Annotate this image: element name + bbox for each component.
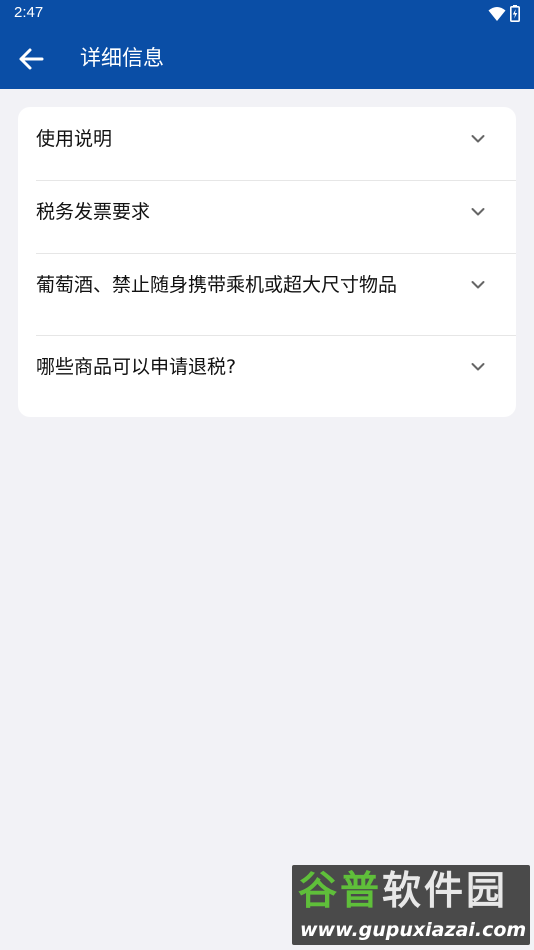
- watermark-url: www.gupuxiazai.com: [300, 919, 527, 941]
- chevron-down-icon: [471, 208, 485, 216]
- accordion-item-tax-invoice[interactable]: 税务发票要求: [36, 198, 498, 226]
- page-title: 详细信息: [80, 46, 164, 70]
- accordion-item-usage[interactable]: 使用说明: [36, 125, 498, 153]
- chevron-down-icon: [471, 363, 485, 371]
- divider: [36, 335, 516, 336]
- accordion-item-refund-goods[interactable]: 哪些商品可以申请退税?: [36, 353, 498, 381]
- faq-card: 使用说明 税务发票要求 葡萄酒、禁止随身携带乘机或超大尺寸物品 哪些商品可以申请…: [18, 107, 516, 417]
- accordion-item-label: 哪些商品可以申请退税?: [36, 356, 237, 378]
- app-bar: 详细信息: [0, 27, 534, 89]
- accordion-item-wine-prohibited[interactable]: 葡萄酒、禁止随身携带乘机或超大尺寸物品: [36, 271, 498, 299]
- wifi-icon: [488, 6, 506, 21]
- chevron-down-icon: [471, 281, 485, 289]
- status-bar: 2:47: [0, 0, 534, 27]
- back-button[interactable]: [16, 44, 46, 74]
- watermark-logo-text: 谷普软件园: [298, 868, 508, 916]
- divider: [36, 253, 516, 254]
- watermark-part1: 谷普: [298, 869, 383, 914]
- chevron-down-icon: [471, 135, 485, 143]
- watermark: 谷普软件园 www.gupuxiazai.com: [292, 865, 530, 945]
- status-time: 2:47: [14, 4, 44, 21]
- divider: [36, 180, 516, 181]
- watermark-part2: 软件园: [382, 869, 509, 914]
- accordion-item-label: 使用说明: [36, 128, 113, 150]
- accordion-item-label: 葡萄酒、禁止随身携带乘机或超大尺寸物品: [36, 274, 398, 296]
- status-icons: [488, 5, 520, 22]
- arrow-left-icon: [19, 48, 44, 70]
- battery-charging-icon: [510, 5, 520, 22]
- accordion-item-label: 税务发票要求: [36, 201, 151, 223]
